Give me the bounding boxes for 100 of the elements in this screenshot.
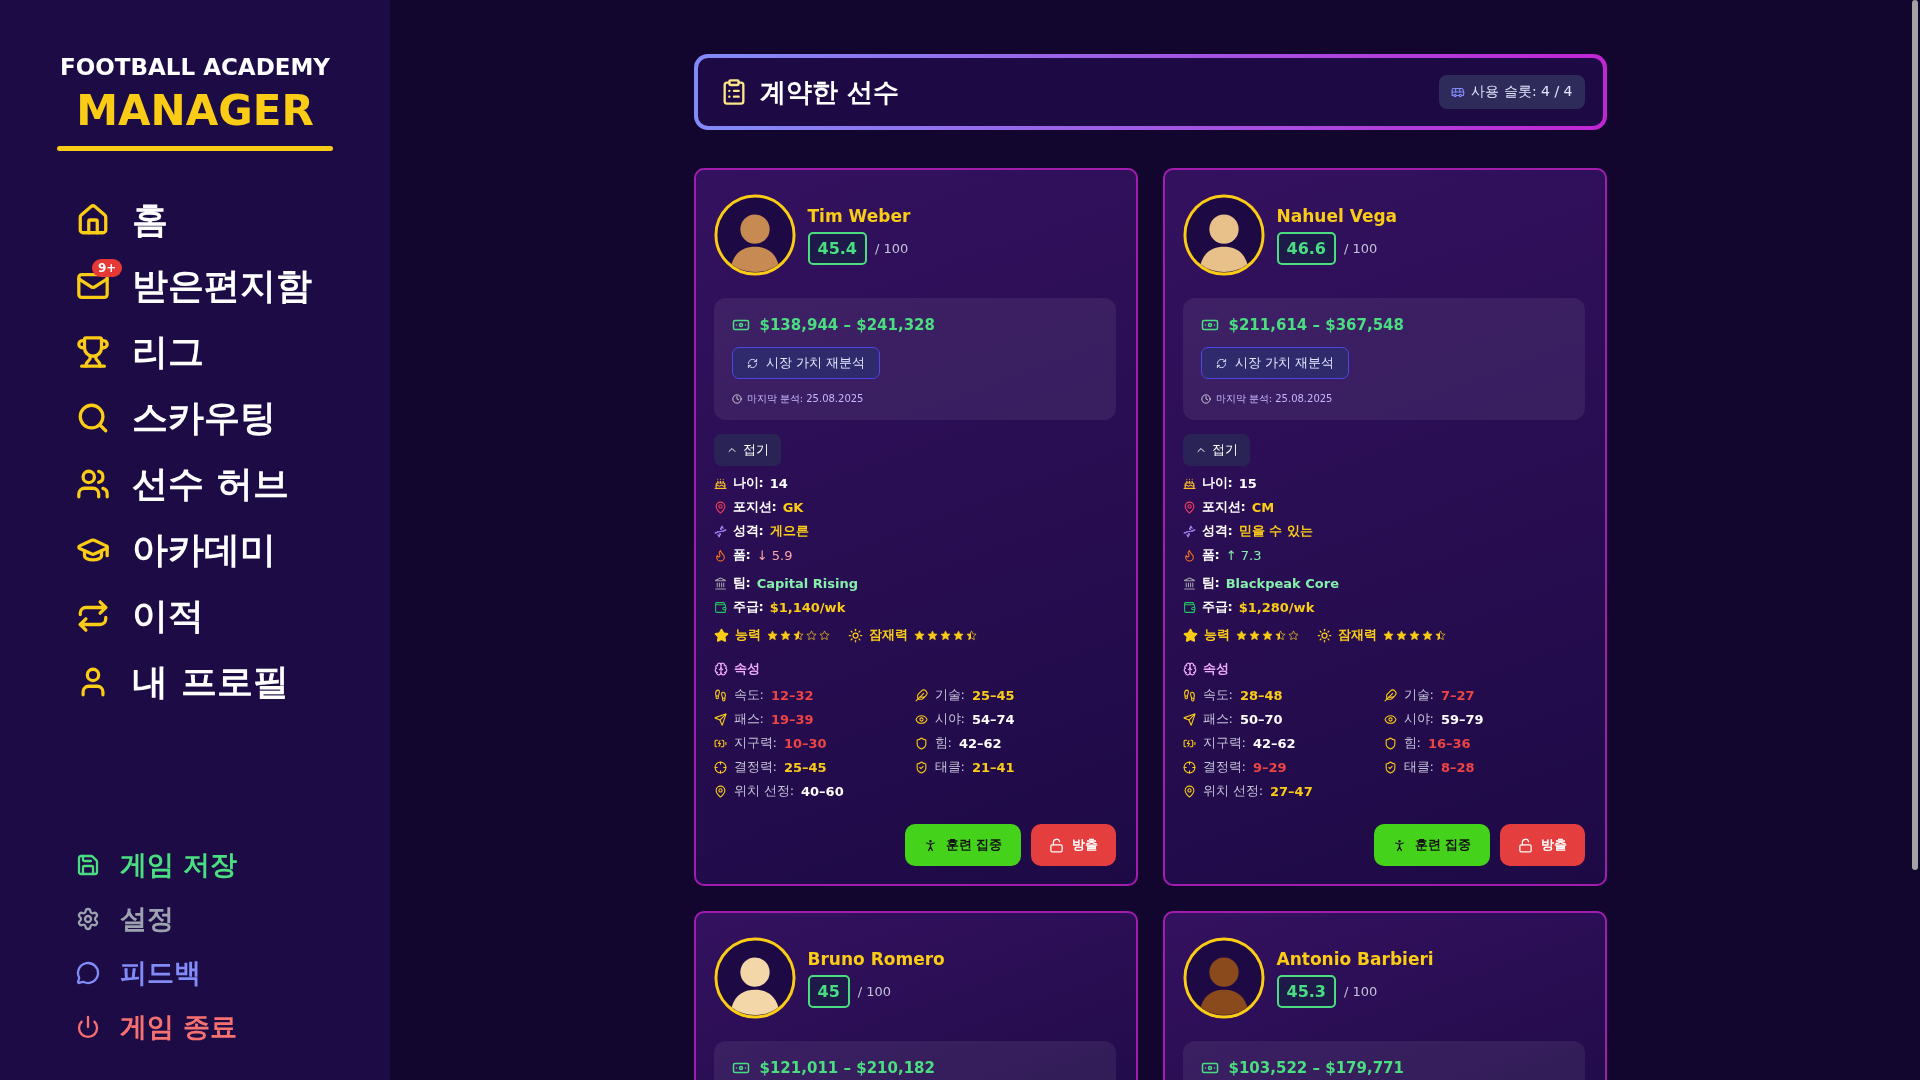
attribute-icon — [1383, 688, 1397, 702]
fact-value: Capital Rising — [756, 575, 858, 591]
sidebar-action[interactable]: 게임 종료 — [76, 1008, 390, 1046]
attribute-value: 42–62 — [1252, 735, 1296, 751]
star-icon — [939, 629, 951, 641]
action-icon — [76, 853, 100, 877]
fact-icon — [713, 476, 727, 490]
attribute-label: 결정력: — [1202, 758, 1246, 776]
star-icon — [766, 629, 778, 641]
star-icon — [818, 629, 830, 641]
attribute-label: 시야: — [934, 710, 965, 728]
nav-item[interactable]: 리그 — [76, 327, 390, 378]
sidebar-action[interactable]: 피드백 — [76, 954, 390, 992]
collapse-button[interactable]: 접기 — [1182, 434, 1250, 466]
fact-icon — [1182, 576, 1196, 590]
attribute-value: 59–79 — [1440, 711, 1484, 727]
rating-label: 잠재력 — [1337, 626, 1377, 644]
nav-icon — [76, 599, 110, 634]
attribute-value: 27–47 — [1270, 783, 1313, 799]
refresh-icon — [746, 357, 758, 369]
attribute-label: 속도: — [733, 686, 764, 704]
nav-item[interactable]: 스카우팅 — [76, 393, 390, 444]
collapse-button[interactable]: 접기 — [713, 434, 781, 466]
fact-label: 나이: — [732, 474, 764, 492]
attribute-icon — [1383, 712, 1397, 726]
fact-label: 폼: — [732, 546, 751, 564]
star-icon — [1395, 629, 1407, 641]
fact-value: 믿을 수 있는 — [1238, 522, 1313, 540]
last-analysis: 마지막 분석: 25.08.2025 — [731, 392, 1098, 406]
unlock-icon — [1517, 837, 1533, 853]
avatar-icon — [713, 194, 796, 276]
logo-title: FOOTBALL ACADEMY — [60, 54, 330, 80]
fact-label: 폼: — [1201, 546, 1220, 564]
rating-max: / 100 — [1344, 983, 1378, 999]
logo-subtitle: MANAGER — [76, 88, 314, 135]
sidebar-action[interactable]: 설정 — [76, 900, 390, 938]
attribute-value: 40–60 — [801, 783, 844, 799]
star-icon — [1421, 629, 1433, 641]
rating-label: 잠재력 — [868, 626, 908, 644]
star-icon — [779, 629, 791, 641]
star-icon — [1408, 629, 1420, 641]
fact-icon — [713, 500, 727, 514]
release-button[interactable]: 방출 — [1030, 824, 1116, 866]
fact-value: Blackpeak Core — [1225, 575, 1339, 591]
fact-icon — [1182, 500, 1196, 514]
brain-icon — [1182, 662, 1197, 676]
attribute-label: 힘: — [1403, 734, 1421, 752]
notification-badge: 9+ — [92, 259, 123, 278]
release-button[interactable]: 방출 — [1499, 824, 1585, 866]
nav-item[interactable]: 9+ 받은편지함 — [76, 261, 390, 312]
player-name: Nahuel Vega — [1276, 205, 1398, 226]
nav-item[interactable]: 홈 — [76, 195, 390, 246]
fact-value: 게으른 — [769, 522, 809, 540]
attribute-value: 10–30 — [783, 735, 827, 751]
value-range: $211,614 – $367,548 — [1228, 316, 1404, 334]
fact-label: 성격: — [732, 522, 764, 540]
brain-icon — [713, 662, 728, 676]
nav-item[interactable]: 선수 허브 — [76, 459, 390, 510]
rating-max: / 100 — [875, 240, 909, 256]
reanalyze-button[interactable]: 시장 가치 재분석 — [731, 347, 880, 379]
attribute-value: 21–41 — [971, 759, 1015, 775]
rating-value: 45.3 — [1276, 974, 1336, 1008]
training-button[interactable]: 훈련 집중 — [1373, 824, 1490, 866]
attribute-value: 25–45 — [971, 687, 1015, 703]
action-icon — [76, 961, 100, 985]
fact-label: 팀: — [1201, 574, 1220, 592]
fact-label: 주급: — [1201, 598, 1233, 616]
fact-label: 나이: — [1201, 474, 1233, 492]
star-icon — [1434, 629, 1446, 641]
rating-value: 45.4 — [807, 231, 867, 265]
attribute-label: 지구력: — [733, 734, 777, 752]
fact-label: 포지션: — [732, 498, 777, 516]
attributes-title: 속성 — [1202, 660, 1229, 678]
training-button[interactable]: 훈련 집중 — [904, 824, 1021, 866]
fact-icon — [713, 548, 727, 562]
rating-value: 45 — [807, 974, 850, 1008]
attributes-title: 속성 — [733, 660, 760, 678]
star-icon — [805, 629, 817, 641]
fact-icon — [1182, 476, 1196, 490]
attribute-icon — [1182, 688, 1196, 702]
nav-item[interactable]: 내 프로필 — [76, 657, 390, 708]
star-icon — [926, 629, 938, 641]
attribute-icon — [914, 736, 928, 750]
attribute-label: 기술: — [934, 686, 965, 704]
nav-item[interactable]: 아카데미 — [76, 525, 390, 576]
clock-icon — [731, 394, 742, 404]
fact-label: 성격: — [1201, 522, 1233, 540]
sun-icon — [1316, 627, 1332, 643]
attribute-label: 태클: — [934, 758, 965, 776]
nav-item[interactable]: 이적 — [76, 591, 390, 642]
fact-icon — [713, 524, 727, 538]
sidebar-action[interactable]: 게임 저장 — [76, 846, 390, 884]
attribute-icon — [713, 688, 727, 702]
reanalyze-button[interactable]: 시장 가치 재분석 — [1200, 347, 1349, 379]
attribute-value: 50–70 — [1239, 711, 1283, 727]
rating-max: / 100 — [857, 983, 892, 999]
player-name: Antonio Barbieri — [1276, 948, 1434, 969]
fact-value: $1,280/wk — [1238, 599, 1315, 615]
attribute-icon — [914, 712, 928, 726]
attribute-value: 8–28 — [1440, 759, 1475, 775]
